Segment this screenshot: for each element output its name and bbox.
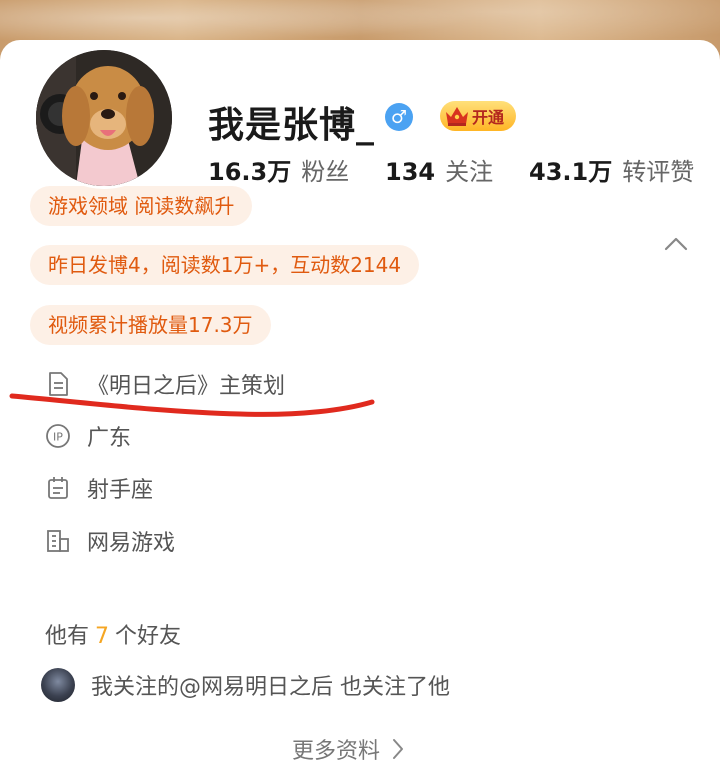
avatar-golden-retriever-image: [36, 50, 172, 186]
likes-count: 43.1万: [529, 158, 613, 186]
building-icon: [47, 530, 69, 552]
following-label: 关注: [445, 158, 494, 186]
info-company-row: 网易游戏: [45, 525, 175, 557]
more-info-label: 更多资料: [292, 739, 381, 764]
ip-location-icon: IP: [46, 424, 70, 448]
followers-count: 16.3万: [208, 158, 292, 186]
vip-open-button[interactable]: 开通: [440, 101, 516, 131]
tag-video-plays[interactable]: 视频累计播放量17.3万: [30, 305, 271, 345]
company-text: 网易游戏: [87, 531, 176, 556]
following-stat[interactable]: 134 关注: [385, 152, 493, 187]
svg-text:IP: IP: [53, 431, 63, 444]
likes-stat[interactable]: 43.1万 转评赞: [529, 152, 694, 187]
zodiac-text: 射手座: [87, 478, 154, 503]
profile-name: 我是张博_: [208, 105, 376, 146]
tag-yesterday-activity[interactable]: 昨日发博4，阅读数1万+，互动数2144: [30, 245, 420, 285]
bio-text: 《明日之后》主策划: [87, 374, 286, 399]
followers-stat[interactable]: 16.3万 粉丝: [208, 152, 349, 187]
calendar-icon: [48, 477, 68, 499]
vip-open-label: 开通: [472, 108, 505, 127]
likes-label: 转评赞: [622, 158, 695, 186]
friends-count: 7: [95, 624, 110, 649]
tag-game-domain[interactable]: 游戏领域 阅读数飙升: [30, 186, 253, 226]
document-icon: [49, 372, 68, 396]
friends-count-row[interactable]: 他有 7 个好友: [45, 618, 181, 650]
profile-card: 我是张博_ ♂ 开通 16.3万 粉丝 134 关注 43.1万 转评赞 游戏领域 阅…: [0, 40, 720, 764]
following-count: 134: [385, 158, 436, 186]
friends-suffix: 个好友: [115, 624, 182, 649]
male-symbol-icon: ♂: [385, 103, 413, 131]
chevron-up-icon[interactable]: [664, 236, 688, 252]
avatar[interactable]: [33, 47, 175, 189]
mutual-follow-row[interactable]: 我关注的@网易明日之后 也关注了他: [41, 668, 450, 702]
more-info-link[interactable]: 更多资料: [292, 732, 404, 766]
crown-icon: [446, 107, 468, 126]
info-bio-row: 《明日之后》主策划: [45, 368, 285, 400]
followers-label: 粉丝: [301, 158, 350, 186]
info-ip-row: IP 广东: [45, 420, 131, 452]
info-zodiac-row: 射手座: [45, 472, 153, 504]
chevron-right-icon: [393, 739, 404, 759]
mutual-follow-avatar: [41, 668, 75, 702]
friends-prefix: 他有: [45, 624, 90, 649]
ip-location-text: 广东: [87, 426, 132, 451]
mutual-follow-text: 我关注的@网易明日之后 也关注了他: [91, 675, 450, 700]
